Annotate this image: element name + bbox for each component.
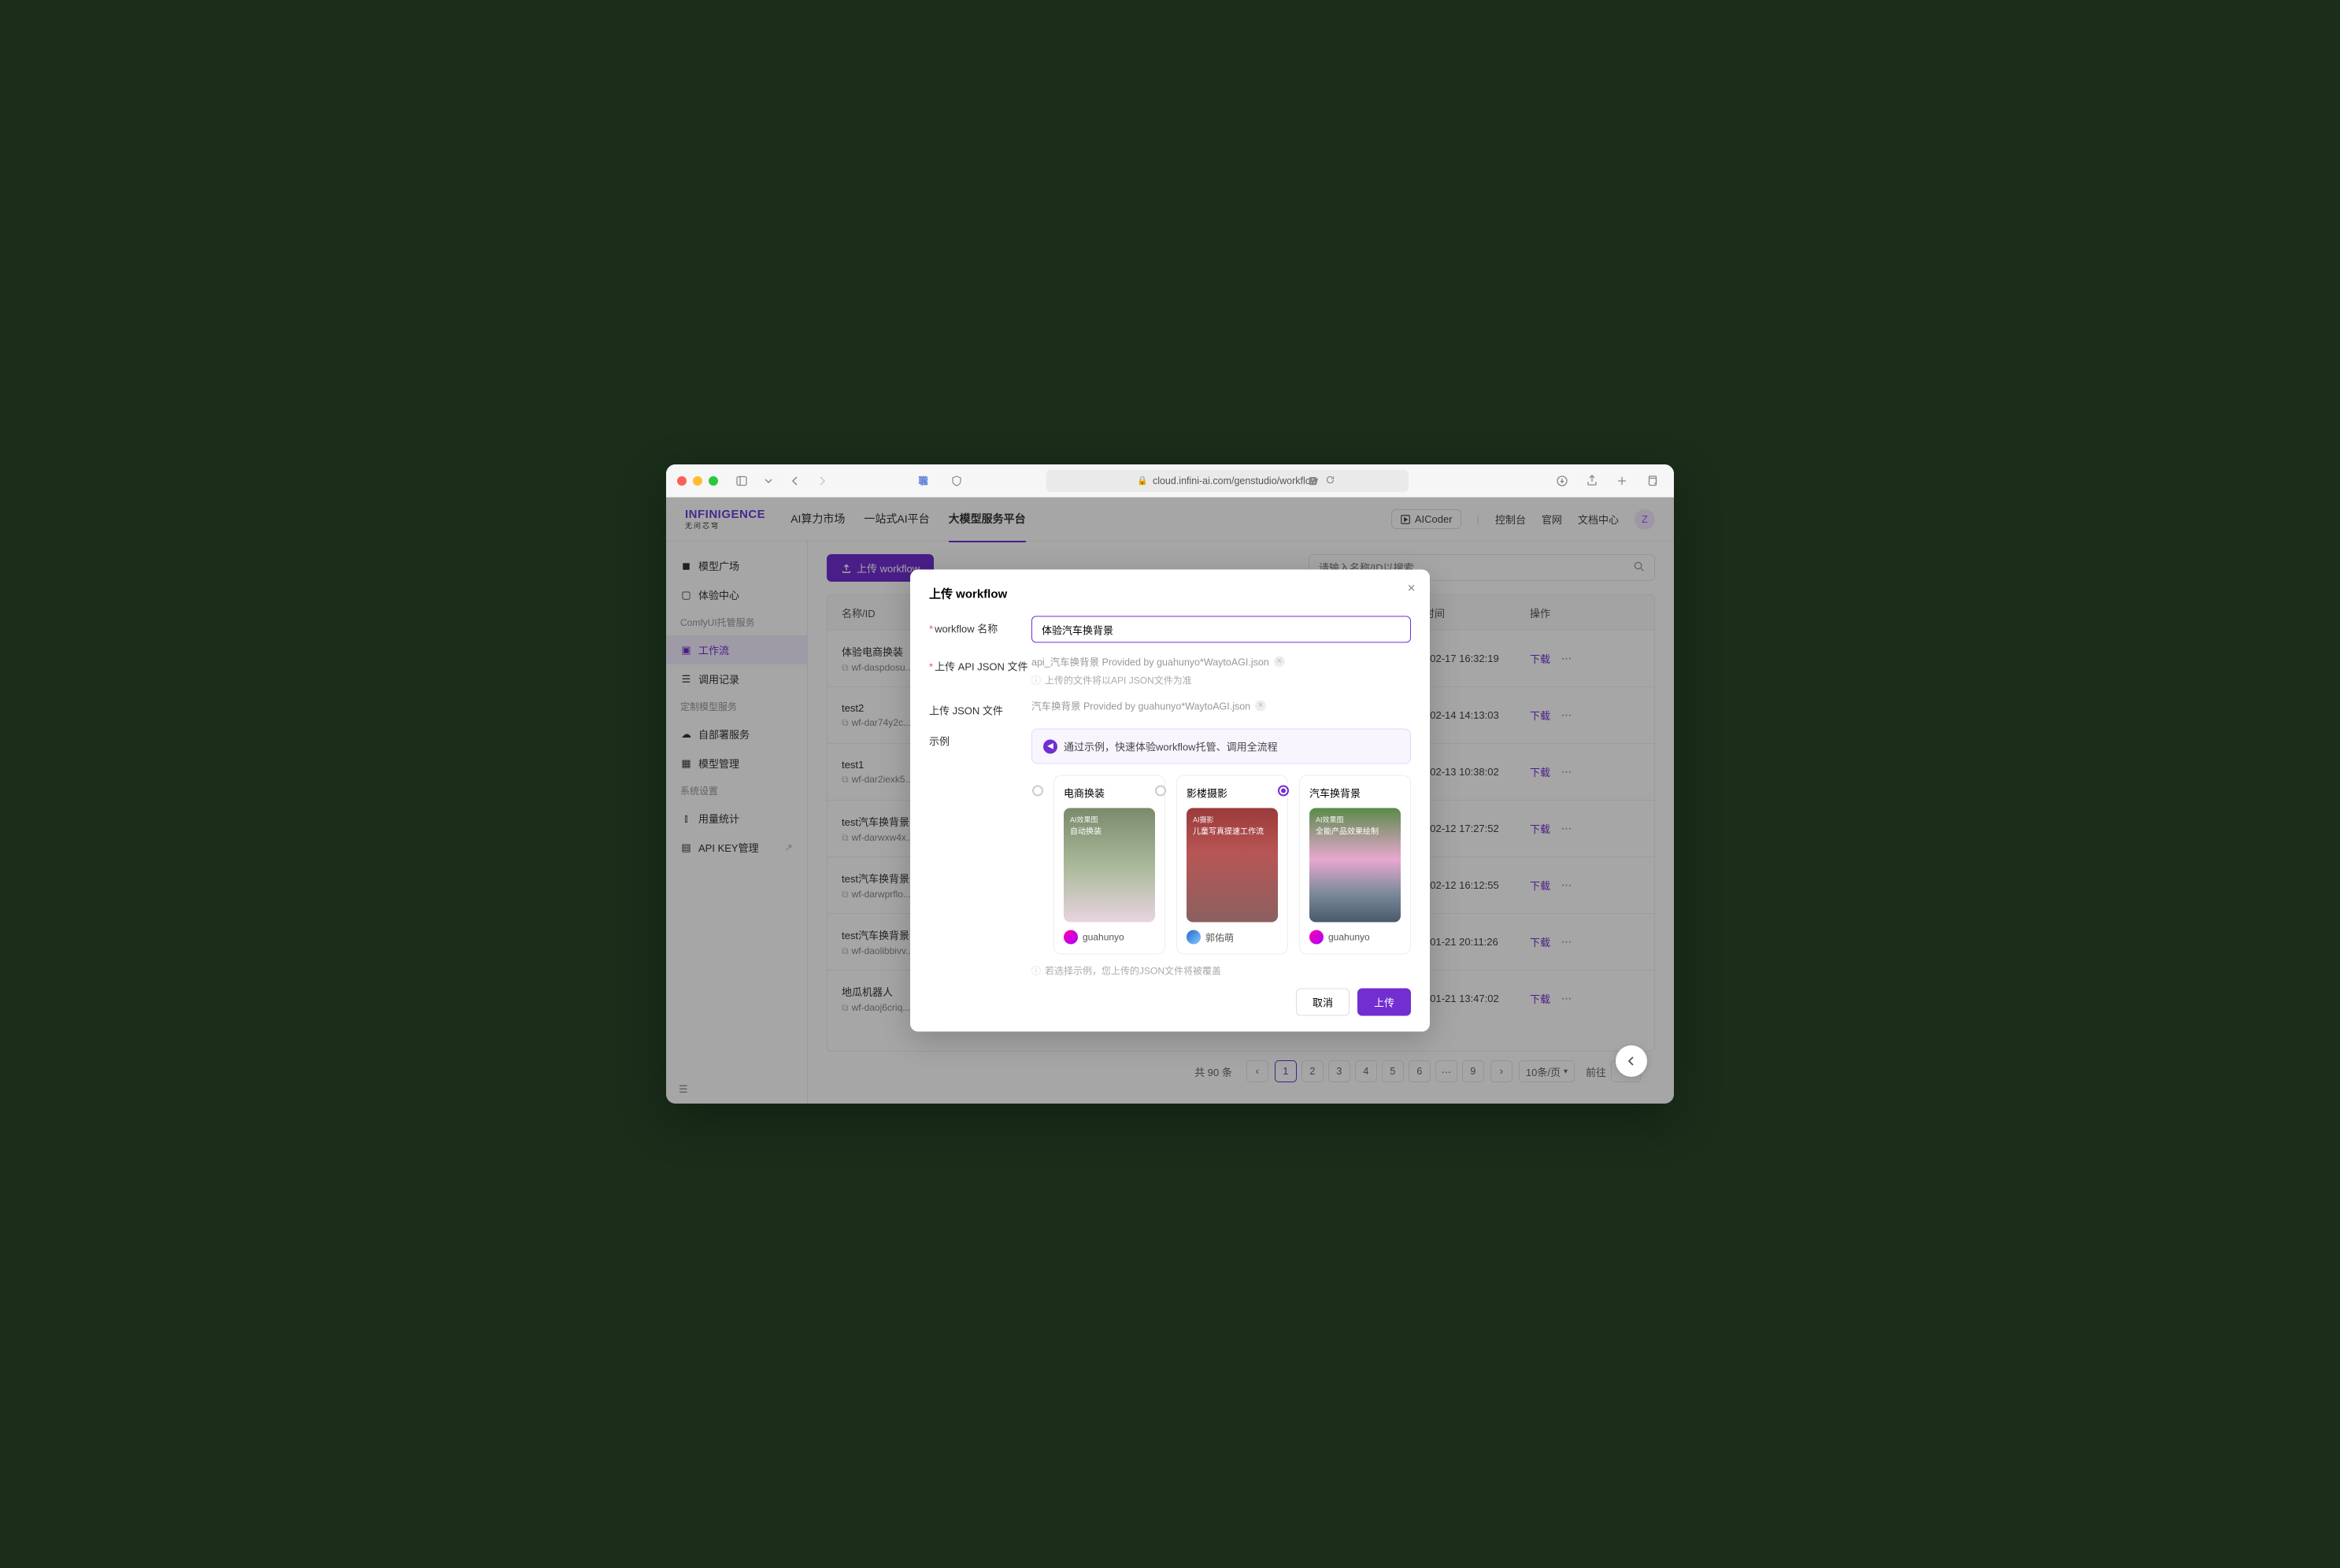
new-tab-icon[interactable] bbox=[1611, 470, 1633, 492]
shield-icon[interactable] bbox=[946, 470, 968, 492]
label-name: *workflow 名称 bbox=[929, 616, 1031, 643]
example-author: guahunyo bbox=[1309, 930, 1401, 945]
close-window-icon[interactable] bbox=[677, 476, 687, 486]
remove-file-icon[interactable]: ✕ bbox=[1274, 656, 1285, 667]
cancel-button[interactable]: 取消 bbox=[1296, 989, 1350, 1016]
maximize-window-icon[interactable] bbox=[709, 476, 718, 486]
radio-icon[interactable] bbox=[1155, 786, 1166, 797]
forward-icon[interactable] bbox=[811, 470, 833, 492]
avatar-icon bbox=[1187, 930, 1201, 945]
info-icon: ⓘ bbox=[1031, 674, 1041, 687]
api-json-file: api_汽车换背景 Provided by guahunyo*WaytoAGI.… bbox=[1031, 654, 1411, 669]
example-option-ecom[interactable]: 电商换装 AI效果图 自动换装 guahunyo bbox=[1053, 775, 1165, 955]
url-bar[interactable]: 🔒 cloud.infini-ai.com/genstudio/workflow… bbox=[1046, 470, 1409, 492]
info-icon: ⓘ bbox=[1031, 964, 1041, 978]
overwrite-hint: ⓘ若选择示例，您上传的JSON文件将被覆盖 bbox=[1031, 964, 1411, 978]
back-icon[interactable] bbox=[784, 470, 806, 492]
confirm-upload-button[interactable]: 上传 bbox=[1357, 989, 1411, 1016]
window-controls bbox=[677, 476, 718, 486]
chevron-down-icon[interactable] bbox=[757, 470, 779, 492]
download-icon[interactable] bbox=[1551, 470, 1573, 492]
translate-icon[interactable]: 䏊 bbox=[908, 474, 939, 487]
lock-icon: 🔒 bbox=[1137, 475, 1148, 486]
example-thumb: AI摄影 儿童写真提速工作流 bbox=[1187, 808, 1278, 923]
reload-icon[interactable] bbox=[1325, 475, 1335, 487]
label-json: 上传 JSON 文件 bbox=[929, 698, 1031, 718]
json-file: 汽车换背景 Provided by guahunyo*WaytoAGI.json… bbox=[1031, 698, 1411, 713]
api-json-hint: ⓘ上传的文件将以API JSON文件为准 bbox=[1031, 674, 1411, 687]
tabs-icon[interactable] bbox=[1641, 470, 1663, 492]
chevron-left-icon bbox=[1625, 1055, 1638, 1067]
modal-title: 上传 workflow bbox=[929, 586, 1411, 602]
browser-titlebar: 䏊 🔒 cloud.infini-ai.com/genstudio/workfl… bbox=[666, 464, 1674, 497]
example-thumb: AI效果图 全能产品效果绘制 bbox=[1309, 808, 1401, 923]
workflow-name-input[interactable] bbox=[1031, 616, 1411, 643]
label-example: 示例 bbox=[929, 729, 1031, 978]
example-thumb: AI效果图 自动换装 bbox=[1064, 808, 1155, 923]
upload-modal: 上传 workflow ✕ *workflow 名称 *上传 API JSON … bbox=[910, 570, 1430, 1032]
close-icon[interactable]: ✕ bbox=[1407, 582, 1416, 595]
app-root: INFINIGENCE 无问芯穹 AI算力市场 一站式AI平台 大模型服务平台 … bbox=[666, 497, 1674, 1104]
avatar-icon bbox=[1064, 930, 1078, 945]
example-author: guahunyo bbox=[1064, 930, 1155, 945]
example-author: 郭佑萌 bbox=[1187, 930, 1278, 945]
browser-window: 䏊 🔒 cloud.infini-ai.com/genstudio/workfl… bbox=[666, 464, 1674, 1104]
remove-file-icon[interactable]: ✕ bbox=[1255, 700, 1266, 711]
share-icon[interactable] bbox=[1581, 470, 1603, 492]
example-option-car[interactable]: 汽车换背景 AI效果图 全能产品效果绘制 guahunyo bbox=[1299, 775, 1411, 955]
label-api-json: *上传 API JSON 文件 bbox=[929, 654, 1031, 687]
radio-icon[interactable] bbox=[1278, 786, 1289, 797]
reader-icon[interactable]: 🅰 bbox=[1309, 475, 1317, 487]
example-banner: ◀ 通过示例，快速体验workflow托管、调用全流程 bbox=[1031, 729, 1411, 764]
url-text: cloud.infini-ai.com/genstudio/workflow bbox=[1153, 475, 1318, 486]
minimize-window-icon[interactable] bbox=[693, 476, 702, 486]
radio-icon[interactable] bbox=[1032, 786, 1043, 797]
megaphone-icon: ◀ bbox=[1043, 739, 1057, 753]
example-option-photo[interactable]: 影楼摄影 AI摄影 儿童写真提速工作流 郭佑萌 bbox=[1176, 775, 1288, 955]
sidebar-toggle-icon[interactable] bbox=[731, 470, 753, 492]
scroll-fab[interactable] bbox=[1616, 1045, 1647, 1077]
avatar-icon bbox=[1309, 930, 1324, 945]
